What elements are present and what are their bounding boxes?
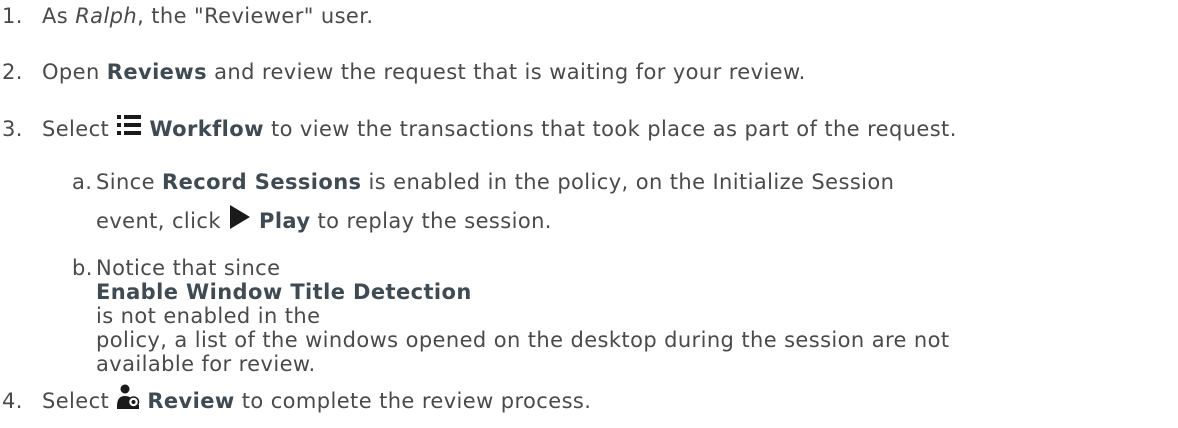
play-icon	[228, 204, 252, 235]
sub-step-letter: b.	[72, 256, 93, 280]
reviewer-icon	[116, 384, 140, 415]
step-number: 3.	[2, 117, 23, 141]
list-icon	[116, 112, 142, 143]
step-text: Since	[96, 170, 163, 194]
step-text: policy, a list of the windows opened on …	[96, 328, 950, 352]
step-4: 4. Select Review to complete the review p…	[0, 384, 591, 415]
step-text: , the "Reviewer" user.	[137, 4, 374, 28]
workflow-label: Workflow	[149, 117, 264, 141]
sub-step-letter: a.	[72, 170, 93, 194]
step-3a: a. Since Record Sessions is enabled in th…	[72, 170, 894, 235]
step-text: available for review.	[96, 352, 316, 376]
step-text: Open	[42, 60, 107, 84]
record-sessions-label: Record Sessions	[162, 170, 362, 194]
step-text: to complete the review process.	[234, 389, 592, 413]
step-3: 3. Select Workflow to view the transactio…	[0, 112, 957, 143]
step-text: to replay the session.	[310, 209, 552, 233]
user-name: Ralph	[75, 4, 138, 28]
step-text: is enabled in the policy, on the Initial…	[361, 170, 895, 194]
review-label: Review	[147, 389, 235, 413]
step-text: Select	[42, 389, 117, 413]
step-text: As	[42, 4, 76, 28]
step-number: 4.	[2, 389, 23, 413]
step-3b: b. Notice that since Enable Window Title …	[72, 256, 950, 376]
step-2: 2. Open Reviews and review the request th…	[0, 60, 806, 84]
step-number: 2.	[2, 60, 23, 84]
window-title-detection-label: Enable Window Title Detection	[96, 280, 472, 304]
step-text: to view the transactions that took place…	[263, 117, 957, 141]
reviews-label: Reviews	[106, 60, 208, 84]
step-text: Notice that since	[96, 256, 281, 280]
step-text: event, click	[96, 209, 228, 233]
step-1: 1. As Ralph, the "Reviewer" user.	[0, 4, 373, 28]
step-text: is not enabled in the	[96, 304, 321, 328]
play-label: Play	[259, 209, 311, 233]
step-text: and review the request that is waiting f…	[207, 60, 806, 84]
step-text: Select	[42, 117, 117, 141]
instruction-page: 1. As Ralph, the "Reviewer" user. 2. Open …	[0, 0, 1178, 428]
step-number: 1.	[2, 4, 23, 28]
